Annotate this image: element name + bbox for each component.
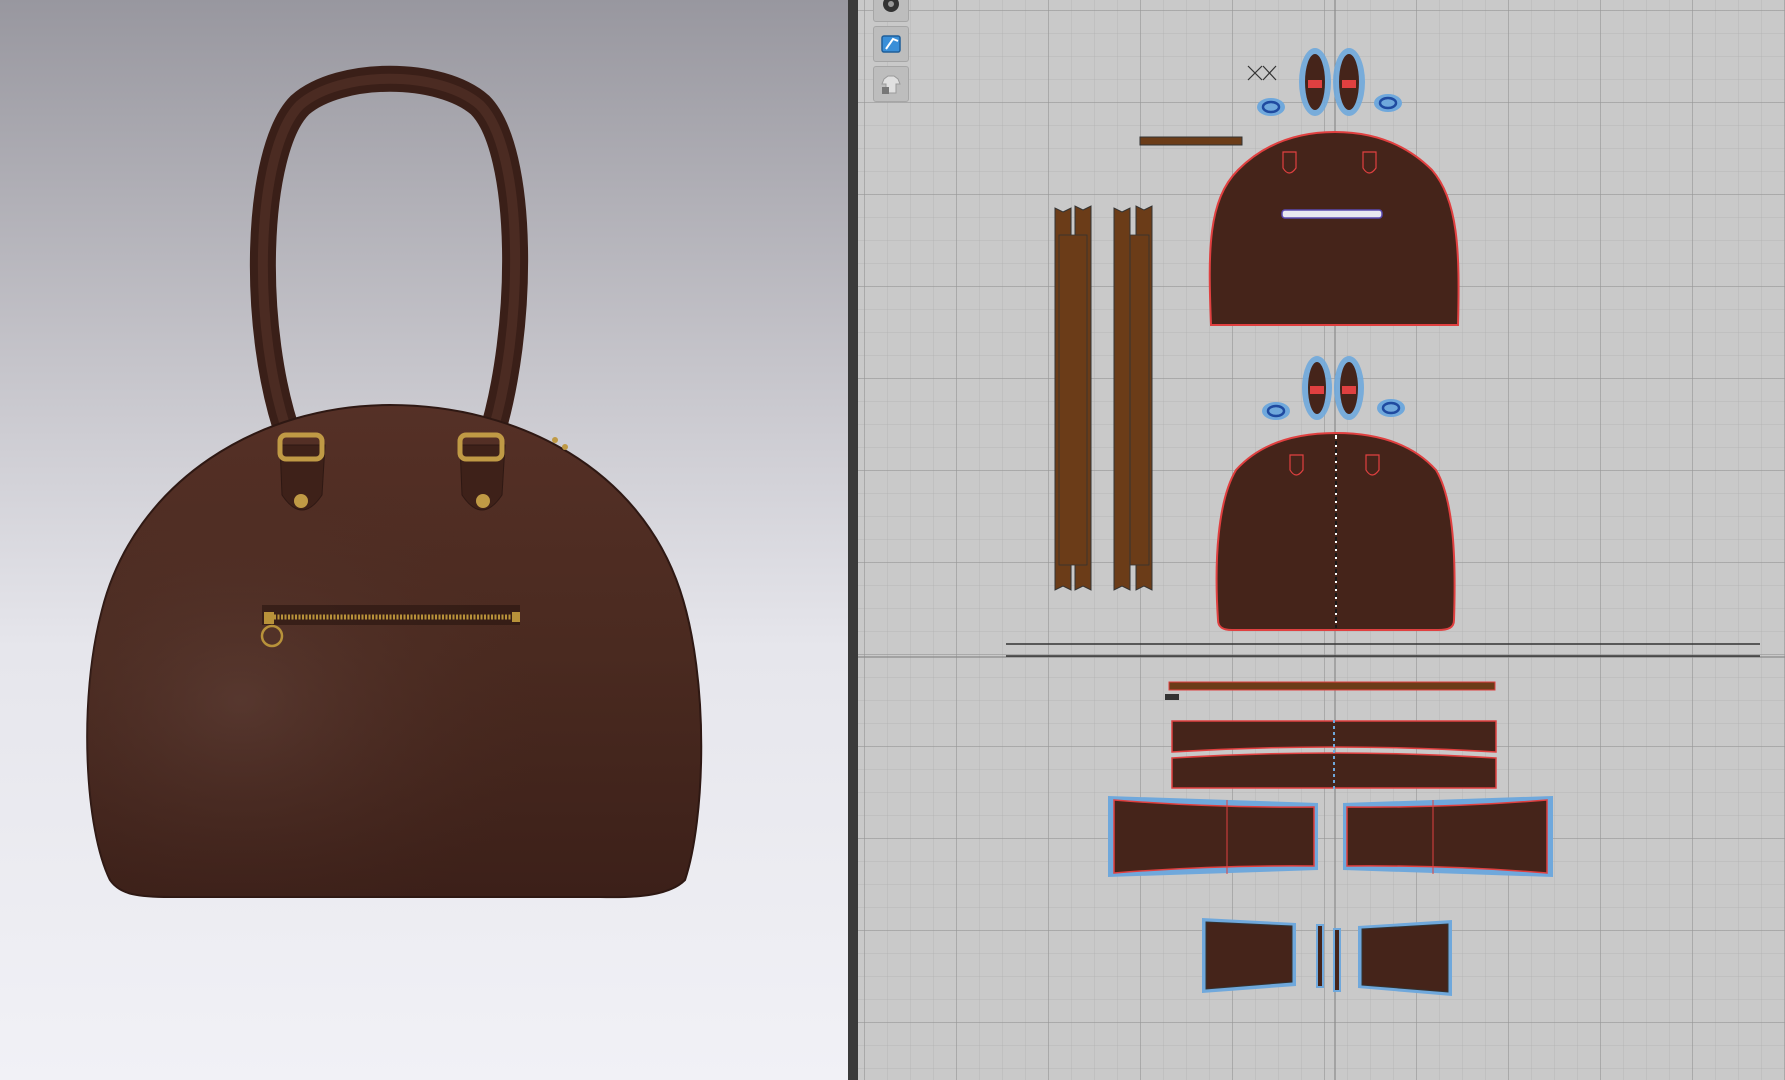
- handle-straps: [1054, 205, 1153, 591]
- 3d-viewport[interactable]: [0, 0, 848, 1080]
- binding-strips: [1006, 643, 1760, 657]
- zipper-strip: [1168, 681, 1496, 691]
- show-pattern-icon: [878, 31, 904, 57]
- locked-garment-button[interactable]: [873, 66, 909, 102]
- side-gussets: [1202, 918, 1452, 996]
- zipper-gusset: [1171, 720, 1497, 790]
- handle-tabs-top: [1247, 48, 1402, 116]
- front-panel: [1208, 130, 1460, 326]
- show-pattern-button[interactable]: [873, 26, 909, 62]
- panel-divider[interactable]: [848, 0, 858, 1080]
- view-mode-button[interactable]: [873, 0, 909, 22]
- small-strap: [1139, 136, 1243, 146]
- view-mode-icon: [879, 0, 903, 16]
- handle-tabs-middle: [1262, 356, 1405, 420]
- back-panel: [1215, 431, 1456, 631]
- pattern-toolbar: [873, 0, 911, 102]
- bottom-gusset: [1108, 796, 1553, 877]
- pattern-canvas: [858, 0, 1785, 1080]
- locked-garment-icon: [878, 71, 904, 97]
- 2d-pattern-window[interactable]: [858, 0, 1785, 1080]
- handbag-render: [86, 65, 703, 899]
